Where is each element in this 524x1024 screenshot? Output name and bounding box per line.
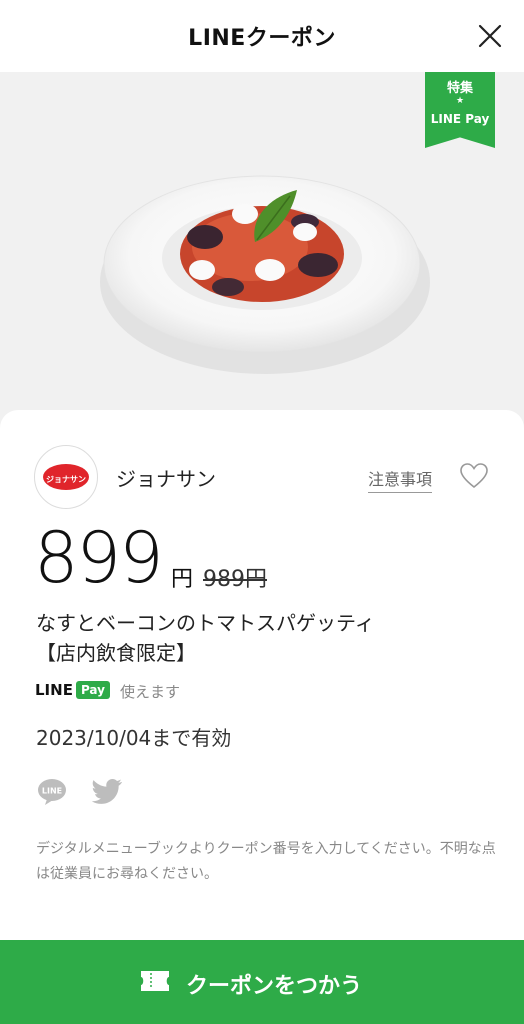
app-title: LINEクーポン bbox=[188, 26, 336, 51]
linepay-logo-line: LINE bbox=[35, 681, 73, 699]
feature-badge: 特集 ★ LINE Pay bbox=[425, 72, 495, 148]
use-coupon-label: クーポンをつかう bbox=[186, 974, 363, 999]
linepay-usable-label: 使えます bbox=[120, 683, 181, 701]
badge-star-icon: ★ bbox=[455, 96, 465, 106]
favorite-heart-icon[interactable] bbox=[459, 462, 489, 490]
badge-label-bottom: LINE Pay bbox=[430, 112, 490, 126]
item-name-line1: なすとベーコンのトマトスパゲッティ bbox=[36, 611, 375, 635]
badge-label-top: 特集 bbox=[446, 81, 473, 96]
svg-text:LINE: LINE bbox=[42, 787, 62, 796]
use-coupon-button[interactable]: クーポンをつかう bbox=[0, 940, 524, 1024]
notes-link[interactable]: 注意事項 bbox=[368, 466, 433, 493]
linepay-logo: LINE Pay bbox=[35, 679, 110, 701]
expiry-date: 2023/10/04まで有効 bbox=[36, 726, 232, 750]
shop-logo-text: ジョナサン bbox=[46, 475, 86, 484]
share-line-icon[interactable]: LINE bbox=[37, 778, 67, 806]
close-icon[interactable] bbox=[476, 22, 504, 50]
coupon-description: デジタルメニューブックよりクーポン番号を入力してください。不明な点は従業員にお尋… bbox=[36, 841, 496, 882]
share-twitter-icon[interactable] bbox=[92, 778, 124, 806]
shop-logo: ジョナサン bbox=[34, 445, 98, 509]
item-name: なすとベーコンのトマトスパゲッティ 【店内飲食限定】 bbox=[36, 608, 496, 668]
shop-name: ジョナサン bbox=[116, 467, 216, 491]
coupon-price: 899 bbox=[34, 517, 164, 599]
ticket-icon bbox=[141, 971, 169, 991]
linepay-logo-pay: Pay bbox=[75, 681, 110, 699]
price-currency: 円 bbox=[171, 567, 194, 592]
original-price: 989円 bbox=[203, 567, 267, 592]
item-name-line2: 【店内飲食限定】 bbox=[36, 641, 196, 665]
top-bar: LINEクーポン bbox=[0, 0, 524, 72]
